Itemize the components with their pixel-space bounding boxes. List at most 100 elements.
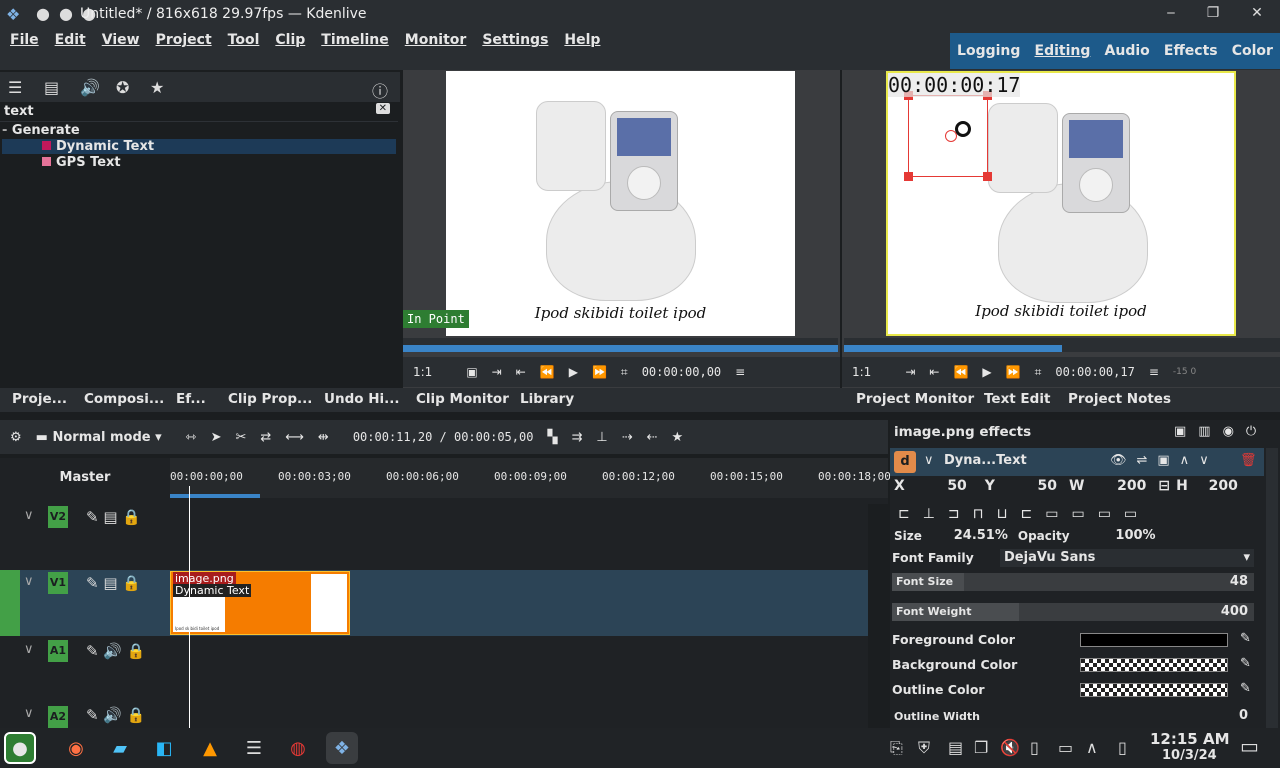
color-picker-icon[interactable]: ✎: [1240, 681, 1251, 696]
timeline-settings-icon[interactable]: ⚙: [10, 430, 22, 445]
track-header-v1[interactable]: ∨ V1 ✎ ▤ 🔒: [20, 570, 170, 636]
menu-timeline[interactable]: Timeline: [321, 32, 389, 48]
x-field[interactable]: 50: [911, 478, 966, 494]
effect-actions-icon[interactable]: 👁⇌▣∧∨: [1110, 453, 1219, 468]
app-launcher-icon[interactable]: ●: [4, 732, 36, 764]
set-in-icon[interactable]: ⇥: [492, 365, 502, 379]
collapse-icon[interactable]: ∨: [924, 453, 934, 468]
menu-tool[interactable]: Tool: [228, 32, 260, 48]
discover-icon[interactable]: ◧: [148, 732, 180, 764]
clock-time[interactable]: 12:15 AM: [1150, 730, 1230, 748]
play-icon[interactable]: ▶: [569, 365, 578, 379]
firefox-icon[interactable]: ◉: [60, 732, 92, 764]
alignment-icons[interactable]: ⊏⊥⊐⊓⊔⊏▭▭▭▭: [898, 506, 1150, 522]
slip-tool-icon[interactable]: ⇄: [260, 430, 271, 445]
tab-library[interactable]: Library: [520, 391, 574, 407]
stack-tools-icon[interactable]: ▣▥◉⏻: [1174, 424, 1268, 439]
minimize-icon[interactable]: ‒: [1160, 5, 1182, 25]
audio-effects-icon[interactable]: 🔊: [80, 78, 100, 97]
set-out-icon[interactable]: ⇤: [516, 365, 526, 379]
favorites-icon[interactable]: ★: [150, 78, 164, 97]
copy-icon[interactable]: ❐: [974, 738, 988, 757]
zone-bar[interactable]: [170, 494, 260, 498]
spacer-tool-icon[interactable]: ⇿: [186, 430, 197, 445]
crop-icon[interactable]: ⌗: [621, 365, 628, 380]
tab-clip-monitor[interactable]: Clip Monitor: [416, 391, 509, 407]
menu-help[interactable]: Help: [564, 32, 600, 48]
menu-edit[interactable]: Edit: [55, 32, 86, 48]
info-icon[interactable]: ⓘ: [372, 78, 388, 102]
list-icon[interactable]: ☰: [8, 78, 22, 97]
color-picker-icon[interactable]: ✎: [1240, 631, 1251, 646]
search-input[interactable]: text: [4, 104, 34, 119]
text-bounding-box[interactable]: [904, 91, 992, 181]
font-size-slider[interactable]: Font Size 48: [892, 573, 1254, 591]
timeline-timecode[interactable]: 00:00:11,20 / 00:00:05,00: [353, 430, 534, 444]
forward-icon[interactable]: ⏩: [592, 365, 607, 379]
outline-color-swatch[interactable]: [1080, 683, 1228, 697]
track-tools[interactable]: ✎ 🔊 🔒: [86, 706, 145, 724]
ripple-tool-icon[interactable]: ⟷: [285, 430, 304, 445]
clear-search-icon[interactable]: ✕: [375, 103, 390, 114]
h-field[interactable]: 200: [1194, 478, 1238, 494]
tab-text-edit[interactable]: Text Edit: [984, 391, 1050, 407]
close-icon[interactable]: ✕: [1246, 5, 1268, 25]
clipboard-icon[interactable]: ⎘: [890, 738, 903, 758]
menu-view[interactable]: View: [102, 32, 140, 48]
clip-monitor-ruler[interactable]: [403, 338, 838, 352]
collapse-icon[interactable]: ∨: [24, 642, 34, 657]
extract-icon[interactable]: ⇢: [622, 430, 633, 445]
select-tool-icon[interactable]: ➤: [211, 430, 222, 445]
clip-timecode[interactable]: 00:00:00,00: [642, 365, 721, 379]
project-timecode[interactable]: 00:00:00,17: [1055, 365, 1134, 379]
expand-tray-icon[interactable]: ∧: [1086, 738, 1098, 757]
lock-ratio-icon[interactable]: ⊟: [1158, 478, 1170, 494]
phone-icon[interactable]: ▯: [1118, 738, 1127, 757]
fit-icon[interactable]: ▣: [466, 365, 477, 379]
file-manager-icon[interactable]: ▰: [104, 732, 136, 764]
insert-icon[interactable]: ⇉: [571, 430, 582, 445]
zoom-select[interactable]: 1:1: [413, 365, 432, 379]
show-desktop-icon[interactable]: ▭: [1240, 734, 1259, 758]
razor-tool-icon[interactable]: ✂: [235, 430, 246, 445]
tab-effects[interactable]: Ef...: [176, 391, 206, 407]
project-monitor-ruler[interactable]: [844, 338, 1280, 352]
play-icon[interactable]: ▶: [982, 365, 991, 379]
menu-file[interactable]: File: [10, 32, 39, 48]
battery-icon[interactable]: ▯: [1030, 738, 1039, 757]
set-in-icon[interactable]: ⇥: [905, 365, 915, 379]
delete-effect-icon[interactable]: 🗑: [1240, 453, 1257, 468]
tab-project-notes[interactable]: Project Notes: [1068, 391, 1171, 407]
custom-effects-icon[interactable]: ✪: [116, 78, 129, 97]
vlc-icon[interactable]: ▲: [194, 732, 226, 764]
layout-color[interactable]: Color: [1232, 43, 1273, 59]
tree-group-generate[interactable]: - Generate: [2, 123, 80, 138]
tree-item-dynamic-text[interactable]: Dynamic Text: [2, 139, 396, 154]
vertical-scrollbar[interactable]: [868, 504, 888, 728]
y-field[interactable]: 50: [1001, 478, 1056, 494]
overwrite-icon[interactable]: ⊥: [596, 430, 607, 445]
kdenlive-taskbar-icon[interactable]: ❖: [326, 732, 358, 764]
clock-date[interactable]: 10/3/24: [1162, 748, 1217, 763]
monitor-menu-icon[interactable]: ≡: [735, 365, 745, 379]
display-icon[interactable]: ▭: [1058, 738, 1073, 757]
edit-mode-select[interactable]: ▬ Normal mode ▾: [36, 430, 162, 445]
rewind-icon[interactable]: ⏪: [953, 365, 968, 379]
font-weight-slider[interactable]: Font Weight 400: [892, 603, 1254, 621]
crop-icon[interactable]: ⌗: [1035, 365, 1042, 380]
foreground-color-swatch[interactable]: [1080, 633, 1228, 647]
clip-monitor[interactable]: Ipod skibidi toilet ipod In Point 1:1 ▣ …: [403, 70, 840, 388]
track-tools[interactable]: ✎ 🔊 🔒: [86, 642, 145, 660]
w-field[interactable]: 200: [1090, 478, 1146, 494]
tab-compositions[interactable]: Composi...: [84, 391, 164, 407]
size-field[interactable]: 24.51%: [932, 528, 1008, 543]
chrome-icon[interactable]: ◍: [282, 732, 314, 764]
color-picker-icon[interactable]: ✎: [1240, 656, 1251, 671]
center-handle-icon[interactable]: [955, 121, 971, 137]
track-tools[interactable]: ✎ ▤ 🔒: [86, 574, 141, 592]
font-family-select[interactable]: DejaVu Sans ▾: [1000, 549, 1254, 567]
opacity-field[interactable]: 100%: [1080, 528, 1155, 543]
menu-clip[interactable]: Clip: [275, 32, 305, 48]
mute-icon[interactable]: 🔇: [1000, 738, 1020, 757]
favorite-icon[interactable]: ★: [672, 430, 684, 445]
